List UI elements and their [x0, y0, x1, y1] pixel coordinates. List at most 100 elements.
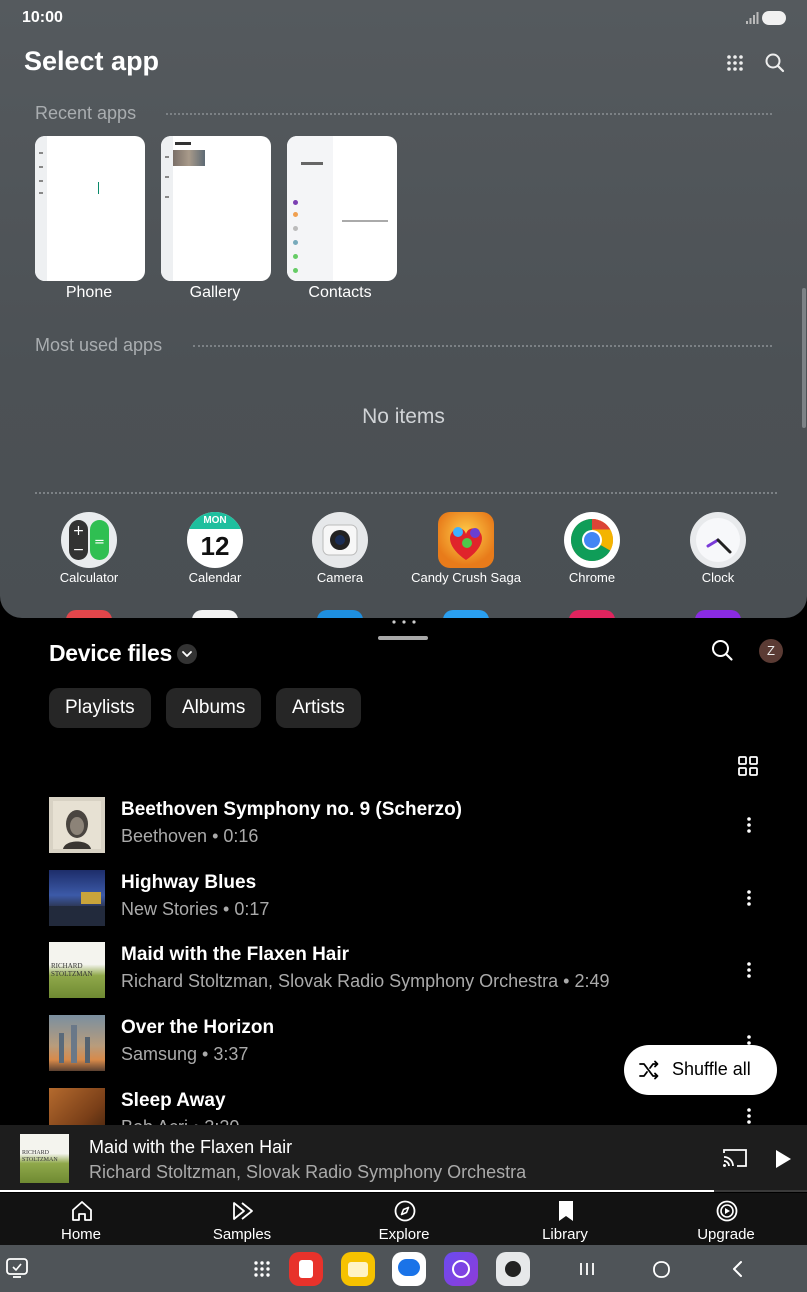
all-apps-icon[interactable]: [246, 1253, 278, 1285]
app-icon-partial: [317, 610, 363, 618]
search-icon[interactable]: [710, 638, 734, 662]
recent-app-label: Contacts: [308, 284, 372, 301]
messages-icon[interactable]: [392, 1252, 426, 1286]
track-row[interactable]: Highway Blues New Stories • 0:17: [0, 870, 807, 940]
calendar-icon[interactable]: MON 12: [187, 512, 243, 568]
playback-progress[interactable]: [0, 1190, 714, 1192]
track-subtitle: Bob Acri • 3:20: [121, 1117, 239, 1125]
mini-player[interactable]: RICHARD STOLTZMAN Maid with the Flaxen H…: [0, 1125, 807, 1192]
cast-icon[interactable]: [722, 1147, 748, 1169]
scrollbar[interactable]: [802, 288, 806, 428]
album-art-text: RICHARD STOLTZMAN: [22, 1150, 58, 1163]
system-taskbar: [0, 1245, 807, 1292]
internet-browser-icon[interactable]: [444, 1252, 478, 1286]
track-title: Beethoven Symphony no. 9 (Scherzo): [121, 799, 462, 820]
nav-label: Upgrade: [697, 1226, 755, 1243]
search-icon[interactable]: [762, 50, 788, 76]
battery-icon: [762, 11, 786, 25]
now-playing-title: Maid with the Flaxen Hair: [89, 1137, 293, 1157]
clock-icon[interactable]: [690, 512, 746, 568]
nav-home[interactable]: Home: [21, 1193, 141, 1245]
chip-albums[interactable]: Albums: [166, 688, 262, 728]
app-label: Calculator: [59, 570, 119, 585]
nav-label: Library: [542, 1226, 588, 1243]
chip-playlists[interactable]: Playlists: [49, 688, 151, 728]
status-bar: 10:00: [0, 0, 807, 36]
status-time: 10:00: [22, 9, 63, 26]
more-vert-icon[interactable]: [742, 1104, 756, 1125]
more-vert-icon[interactable]: [742, 886, 756, 910]
app-icon-partial: [443, 610, 489, 618]
calculator-icon[interactable]: + − =: [61, 512, 117, 568]
explore-icon: [394, 1200, 416, 1222]
calendar-date: 12: [200, 531, 230, 561]
bottom-nav: Home Samples Explore Library Upgrade: [0, 1193, 807, 1245]
camera-icon[interactable]: [312, 512, 368, 568]
recent-app-phone[interactable]: [35, 136, 145, 281]
now-playing-art: RICHARD STOLTZMAN: [20, 1134, 69, 1183]
app-icon-partial: [66, 610, 112, 618]
avatar[interactable]: Z: [759, 639, 783, 663]
apps-grid-icon[interactable]: [722, 50, 748, 76]
track-subtitle: Beethoven • 0:16: [121, 826, 259, 846]
svg-text:=: =: [94, 535, 105, 550]
candy-crush-icon[interactable]: [438, 512, 494, 568]
back-icon[interactable]: [722, 1253, 754, 1285]
nav-library[interactable]: Library: [505, 1193, 625, 1245]
track-subtitle: Samsung • 3:37: [121, 1044, 249, 1064]
section-divider: [193, 345, 772, 347]
album-art: [49, 797, 105, 853]
now-playing-subtitle: Richard Stoltzman, Slovak Radio Symphony…: [89, 1162, 527, 1182]
album-art: [49, 870, 105, 926]
page-title: Select app: [24, 46, 160, 76]
more-vert-icon[interactable]: [742, 813, 756, 837]
track-row[interactable]: Beethoven Symphony no. 9 (Scherzo) Beeth…: [0, 797, 807, 867]
library-title[interactable]: Device files: [49, 640, 172, 667]
chip-artists[interactable]: Artists: [276, 688, 361, 728]
album-art: RICHARD STOLTZMAN: [49, 942, 105, 998]
app-label: Chrome: [568, 570, 616, 585]
home-icon: [72, 1201, 92, 1221]
nav-samples[interactable]: Samples: [182, 1193, 302, 1245]
app-label: Candy Crush Saga: [411, 570, 521, 585]
section-divider: [35, 492, 777, 494]
chrome-icon[interactable]: [564, 512, 620, 568]
recent-app-label: Gallery: [189, 284, 241, 301]
shuffle-all-button[interactable]: Shuffle all: [624, 1045, 777, 1095]
nav-upgrade[interactable]: Upgrade: [666, 1193, 786, 1245]
nav-label: Explore: [378, 1226, 430, 1243]
recent-app-gallery[interactable]: [161, 136, 271, 281]
most-used-heading: Most used apps: [35, 335, 163, 355]
notes-app-icon[interactable]: [289, 1252, 323, 1286]
split-handle-dots[interactable]: [390, 619, 418, 625]
contacts-list-pane: [287, 136, 333, 281]
svg-text:+: +: [73, 523, 85, 539]
album-art-text: RICHARD STOLTZMAN: [51, 962, 93, 978]
samples-icon: [233, 1202, 253, 1220]
recents-icon[interactable]: [571, 1253, 603, 1285]
album-art: [49, 1015, 105, 1071]
my-files-icon[interactable]: [341, 1252, 375, 1286]
nav-explore[interactable]: Explore: [344, 1193, 464, 1245]
track-title: Maid with the Flaxen Hair: [121, 944, 350, 965]
home-button-icon[interactable]: [646, 1253, 678, 1285]
chevron-down-icon[interactable]: [177, 644, 197, 664]
select-app-panel: 10:00 Select app Recent apps Phone Galle…: [0, 0, 807, 618]
empty-state: No items: [362, 405, 445, 428]
signal-icon: [746, 12, 759, 24]
recent-app-contacts[interactable]: [287, 136, 397, 281]
screen-assist-icon[interactable]: [4, 1255, 30, 1281]
app-label: Clock: [701, 570, 735, 585]
play-icon[interactable]: [774, 1149, 792, 1169]
grid-view-icon[interactable]: [737, 755, 759, 777]
app-icon-partial: [695, 610, 741, 618]
recent-app-label: Phone: [65, 284, 113, 301]
more-vert-icon[interactable]: [742, 958, 756, 982]
library-icon: [559, 1201, 573, 1221]
app-icon-partial: [569, 610, 615, 618]
track-row[interactable]: RICHARD STOLTZMAN Maid with the Flaxen H…: [0, 942, 807, 1012]
camera-icon[interactable]: [496, 1252, 530, 1286]
calendar-day: MON: [203, 515, 227, 526]
section-divider: [166, 113, 772, 115]
split-resize-handle[interactable]: [378, 636, 428, 640]
